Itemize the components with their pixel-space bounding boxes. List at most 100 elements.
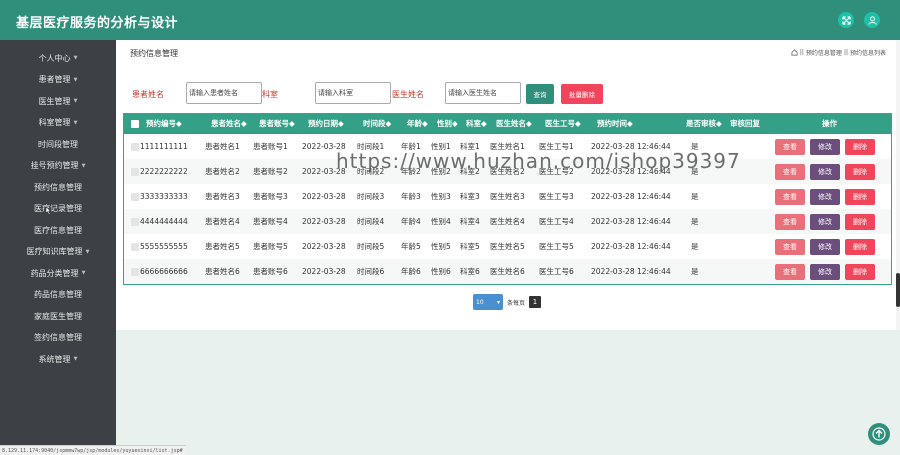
sidebar-item-label: 患者管理 <box>38 75 71 84</box>
table-cell: 科室3 <box>460 192 480 201</box>
table-cell: 是 <box>691 217 699 226</box>
edit-button[interactable]: 修改 <box>810 214 840 230</box>
view-button[interactable]: 查看 <box>775 264 805 280</box>
column-header[interactable]: 是否审核◆ <box>686 114 722 134</box>
user-button[interactable] <box>864 12 880 28</box>
delete-button[interactable]: 删除 <box>845 214 875 230</box>
table-cell: 年龄5 <box>401 242 421 251</box>
row-checkbox[interactable] <box>131 243 139 251</box>
select-all-checkbox[interactable] <box>131 120 139 128</box>
page-size-select[interactable]: 10 ▾ <box>473 294 503 310</box>
edit-button[interactable]: 修改 <box>810 139 840 155</box>
table-cell: 4444444444 <box>140 217 188 226</box>
arrow-up-icon <box>872 427 886 441</box>
table-cell: 2022-03-28 12:46:44 <box>591 217 671 226</box>
edit-button[interactable]: 修改 <box>810 239 840 255</box>
sidebar-item[interactable]: 时间段管理 <box>0 135 116 153</box>
view-button[interactable]: 查看 <box>775 139 805 155</box>
sidebar-item[interactable]: 预约信息管理 <box>0 178 116 196</box>
edit-button[interactable]: 修改 <box>810 264 840 280</box>
view-button[interactable]: 查看 <box>775 164 805 180</box>
delete-button[interactable]: 删除 <box>845 139 875 155</box>
table-cell: 患者姓名4 <box>205 217 240 226</box>
sidebar-item[interactable]: 医生管理 ▼ <box>0 92 116 110</box>
column-header[interactable]: 预约时间◆ <box>597 114 633 134</box>
table-cell: 2022-03-28 <box>302 267 346 276</box>
sidebar-item[interactable]: 医疗知识库管理 ▼ <box>0 243 116 261</box>
edit-button[interactable]: 修改 <box>810 164 840 180</box>
view-button[interactable]: 查看 <box>775 239 805 255</box>
sidebar-item-label: 药品分类管理 <box>30 268 79 278</box>
table-cell: 性别5 <box>431 242 451 251</box>
back-to-top-button[interactable] <box>868 423 890 445</box>
table-cell: 是 <box>691 192 699 201</box>
search-button[interactable]: 查询 <box>526 84 554 104</box>
column-header[interactable]: 医生工号◆ <box>545 114 581 134</box>
delete-button[interactable]: 删除 <box>845 189 875 205</box>
column-header[interactable]: 年龄◆ <box>407 114 428 134</box>
expand-button[interactable] <box>838 12 854 28</box>
sidebar-item[interactable]: 个人中心 ▼ <box>0 49 116 67</box>
top-bar: 基层医疗服务的分析与设计 <box>0 0 900 40</box>
page-number-button[interactable]: 1 <box>529 296 541 308</box>
scrollbar[interactable] <box>896 40 900 330</box>
table-row: 6666666666 患者姓名6 患者账号6 2022-03-28 时间段6 年龄6 性别6… <box>124 259 891 284</box>
column-header[interactable]: 患者账号◆ <box>259 114 295 134</box>
breadcrumb: || 预约信息管理 || 预约信息列表 <box>791 48 886 57</box>
table-cell: 患者账号1 <box>253 142 288 151</box>
sidebar-item[interactable]: 医疗记录管理 <box>0 200 116 218</box>
doctor-name-label: 医生姓名 <box>392 90 424 99</box>
sidebar-item[interactable]: 药品信息管理 <box>0 286 116 304</box>
row-checkbox[interactable] <box>131 193 139 201</box>
sidebar-item[interactable]: 患者管理 ▼ <box>0 71 116 89</box>
column-header[interactable]: 性别◆ <box>437 114 458 134</box>
sidebar-item[interactable]: 系统管理 ▼ <box>0 350 116 368</box>
sidebar-item[interactable]: 挂号预约管理 ▼ <box>0 157 116 175</box>
page-size-value: 10 <box>476 298 484 306</box>
row-checkbox[interactable] <box>131 268 139 276</box>
mouse-cursor-icon <box>45 207 52 215</box>
delete-button[interactable]: 删除 <box>845 239 875 255</box>
sidebar-item-label: 医疗信息管理 <box>34 225 82 235</box>
sidebar-item-label: 医生管理 <box>38 96 71 106</box>
column-header[interactable]: 预约编号◆ <box>146 114 182 134</box>
breadcrumb-item[interactable]: 预约信息管理 <box>806 48 842 57</box>
row-checkbox[interactable] <box>131 218 139 226</box>
patient-name-input[interactable] <box>186 82 262 104</box>
breadcrumb-item[interactable]: 预约信息列表 <box>850 48 886 57</box>
column-header[interactable]: 医生姓名◆ <box>496 114 532 134</box>
edit-button[interactable]: 修改 <box>810 189 840 205</box>
sidebar-item-label: 签约信息管理 <box>34 333 82 342</box>
table-cell: 6666666666 <box>140 267 188 276</box>
column-header[interactable]: 时间段◆ <box>363 114 391 134</box>
column-header[interactable]: 预约日期◆ <box>308 114 344 134</box>
table-cell: 患者姓名5 <box>205 242 240 251</box>
table-cell: 时间段3 <box>357 192 385 201</box>
sidebar-item-label: 挂号预约管理 <box>30 161 79 170</box>
column-header[interactable]: 科室◆ <box>466 114 487 134</box>
chevron-down-icon: ▼ <box>73 55 78 61</box>
sidebar-item[interactable]: 科室管理 ▼ <box>0 114 116 132</box>
view-button[interactable]: 查看 <box>775 214 805 230</box>
doctor-name-input[interactable] <box>445 82 521 104</box>
table-cell: 2022-03-28 12:46:44 <box>591 242 671 251</box>
expand-icon <box>841 15 851 25</box>
sidebar-item[interactable]: 家庭医生管理 <box>0 307 116 325</box>
sidebar-item[interactable]: 药品分类管理 ▼ <box>0 264 116 282</box>
chevron-down-icon: ▼ <box>73 356 78 362</box>
appointment-table: 预约编号◆ 患者姓名◆ 患者账号◆ 预约日期◆ 时间段◆ 年龄◆ 性别◆ 科室◆ 医生姓名◆ 医生… <box>123 113 892 285</box>
dept-input[interactable] <box>315 82 391 104</box>
table-cell: 患者账号6 <box>253 267 288 276</box>
sidebar-item[interactable]: 医疗信息管理 <box>0 221 116 239</box>
sidebar-item[interactable]: 签约信息管理 <box>0 329 116 347</box>
delete-button[interactable]: 删除 <box>845 164 875 180</box>
table-cell: 性别4 <box>431 217 451 226</box>
table-cell: 年龄4 <box>401 217 421 226</box>
column-header[interactable]: 患者姓名◆ <box>211 114 247 134</box>
row-checkbox[interactable] <box>131 143 139 151</box>
batch-delete-button[interactable]: 批量删除 <box>561 84 603 104</box>
scrollbar-thumb[interactable] <box>896 273 900 307</box>
view-button[interactable]: 查看 <box>775 189 805 205</box>
delete-button[interactable]: 删除 <box>845 264 875 280</box>
row-checkbox[interactable] <box>131 168 139 176</box>
